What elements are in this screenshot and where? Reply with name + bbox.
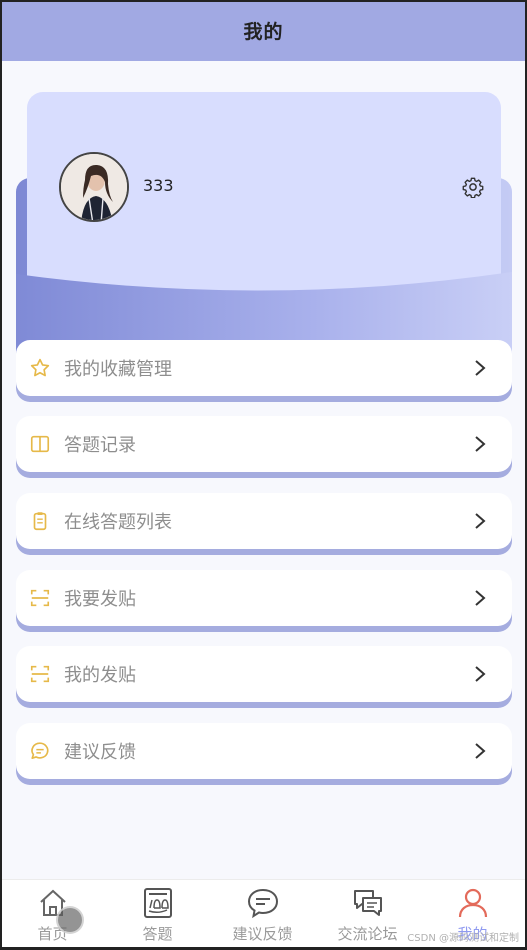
chevron-right-icon: [475, 743, 486, 759]
page-title: 我的: [243, 21, 284, 43]
forum-icon: [353, 890, 382, 916]
star-icon: [30, 358, 50, 377]
menu-item-my-posts[interactable]: 我的发贴: [16, 646, 512, 702]
user-icon: [458, 888, 487, 918]
chevron-right-icon: [475, 436, 486, 452]
menu-item-online-quiz-list[interactable]: 在线答题列表: [16, 493, 512, 549]
username: 333: [143, 176, 174, 195]
menu-item-favorites[interactable]: 我的收藏管理: [16, 340, 512, 396]
touch-indicator: [56, 906, 84, 934]
tab-forum[interactable]: 交流论坛: [315, 880, 420, 948]
tab-feedback[interactable]: 建议反馈: [210, 880, 315, 948]
menu-item-answer-records[interactable]: 答题记录: [16, 416, 512, 472]
menu-item-label: 我的收藏管理: [64, 359, 172, 380]
tab-label: 建议反馈: [232, 925, 293, 943]
menu-item-label: 建议反馈: [64, 742, 136, 763]
menu-item-label: 我的发贴: [64, 665, 136, 686]
chat-icon: [31, 742, 49, 759]
chevron-right-icon: [475, 513, 486, 529]
book-icon: [30, 435, 50, 453]
clipboard-icon: [33, 512, 47, 531]
menu-item-new-post[interactable]: 我要发贴: [16, 570, 512, 626]
tab-quiz[interactable]: 答题: [105, 880, 210, 948]
menu-item-label: 答题记录: [64, 435, 136, 456]
menu-item-label: 我要发贴: [64, 589, 136, 610]
chevron-right-icon: [475, 666, 486, 682]
tab-home[interactable]: 首页: [0, 880, 105, 948]
chat-bubble-icon: [247, 888, 278, 919]
avatar[interactable]: [59, 152, 129, 222]
scan-icon: [30, 589, 50, 607]
exam-icon: [143, 888, 172, 918]
menu-item-label: 在线答题列表: [64, 512, 172, 533]
tab-label: 交流论坛: [337, 925, 398, 943]
chevron-right-icon: [475, 360, 486, 376]
tab-label: 答题: [142, 925, 173, 943]
gear-icon[interactable]: [462, 176, 484, 198]
chevron-right-icon: [475, 590, 486, 606]
menu-item-feedback[interactable]: 建议反馈: [16, 723, 512, 779]
scan-icon: [30, 665, 50, 683]
watermark: CSDN @源码测试和定制: [407, 933, 519, 944]
page-header: 我的: [0, 0, 527, 61]
